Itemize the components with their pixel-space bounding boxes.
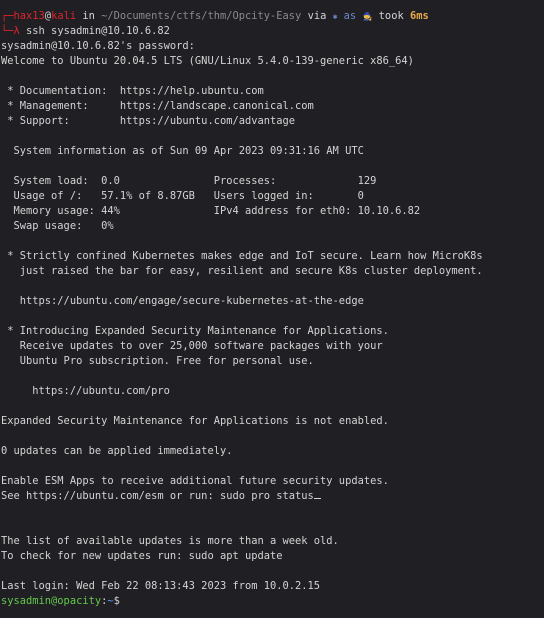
- output-line-with-cursor: See https://ubuntu.com/esm or run: sudo …: [0, 489, 544, 504]
- output-line: Ubuntu Pro subscription. Free for person…: [1, 355, 314, 367]
- prompt-duration: 6ms: [409, 10, 429, 22]
- output-line: Enable ESM Apps to receive additional fu…: [1, 475, 389, 487]
- ssh-output: sysadmin@10.10.6.82's password: Welcome …: [0, 39, 544, 594]
- prompt-corner-bottom: └─: [1, 25, 14, 37]
- output-line: Usage of /: 57.1% of 8.87GB Users logged…: [1, 190, 364, 202]
- remote-user-host: sysadmin@opacity: [1, 595, 102, 607]
- output-line: https://ubuntu.com/engage/secure-kuberne…: [1, 295, 364, 307]
- prompt-corner-top: ┌─: [1, 10, 14, 22]
- output-line: Last login: Wed Feb 22 08:13:43 2023 fro…: [1, 580, 321, 592]
- command-line: └─λ ssh sysadmin@10.10.6.82: [0, 24, 544, 39]
- local-prompt-line: ┌─hax13@kali in ~/Documents/ctfs/thm/Opc…: [0, 9, 544, 24]
- prompt-via-word: via: [301, 10, 333, 22]
- output-line: sysadmin@10.10.6.82's password:: [1, 40, 195, 52]
- stray-cursor-mark: [313, 498, 321, 499]
- prompt-user: hax13: [13, 10, 45, 22]
- output-line: * Management: https://landscape.canonica…: [1, 100, 314, 112]
- remote-prompt-line[interactable]: sysadmin@opacity:~$: [0, 594, 544, 609]
- output-line: The list of available updates is more th…: [1, 535, 339, 547]
- output-line: To check for new updates run: sudo apt u…: [1, 550, 283, 562]
- output-line: 0 updates can be applied immediately.: [1, 445, 233, 457]
- prompt-took-word: took: [372, 10, 410, 22]
- venv-name: as: [337, 10, 363, 22]
- output-line: * Introducing Expanded Security Maintena…: [1, 325, 389, 337]
- prompt-directory: ~/Documents/ctfs/thm/Opcity-Easy: [101, 10, 302, 22]
- remote-prompt-symbol: $: [113, 595, 120, 607]
- output-line: Receive updates to over 25,000 software …: [1, 340, 383, 352]
- output-line: * Support: https://ubuntu.com/advantage: [1, 115, 296, 127]
- output-text: See https://ubuntu.com/esm or run: sudo …: [1, 490, 314, 502]
- prompt-in-word: in: [76, 10, 102, 22]
- output-line: Welcome to Ubuntu 20.04.5 LTS (GNU/Linux…: [1, 55, 414, 67]
- output-line: Memory usage: 44% IPv4 address for eth0:…: [1, 205, 421, 217]
- output-line: System load: 0.0 Processes: 129: [1, 175, 377, 187]
- prompt-host: kali: [51, 10, 77, 22]
- output-line: System information as of Sun 09 Apr 2023…: [1, 145, 364, 157]
- output-line: Swap usage: 0%: [1, 220, 114, 232]
- entered-command: ssh sysadmin@10.10.6.82: [19, 25, 170, 37]
- output-line: * Documentation: https://help.ubuntu.com: [1, 85, 264, 97]
- wizard-icon: 🧙: [362, 12, 373, 21]
- output-line: * Strictly confined Kubernetes makes edg…: [1, 250, 483, 262]
- output-line: just raised the bar for easy, resilient …: [1, 265, 483, 277]
- terminal-window[interactable]: ┌─hax13@kali in ~/Documents/ctfs/thm/Opc…: [0, 0, 544, 618]
- output-line: https://ubuntu.com/pro: [1, 385, 170, 397]
- output-line: Expanded Security Maintenance for Applic…: [1, 415, 389, 427]
